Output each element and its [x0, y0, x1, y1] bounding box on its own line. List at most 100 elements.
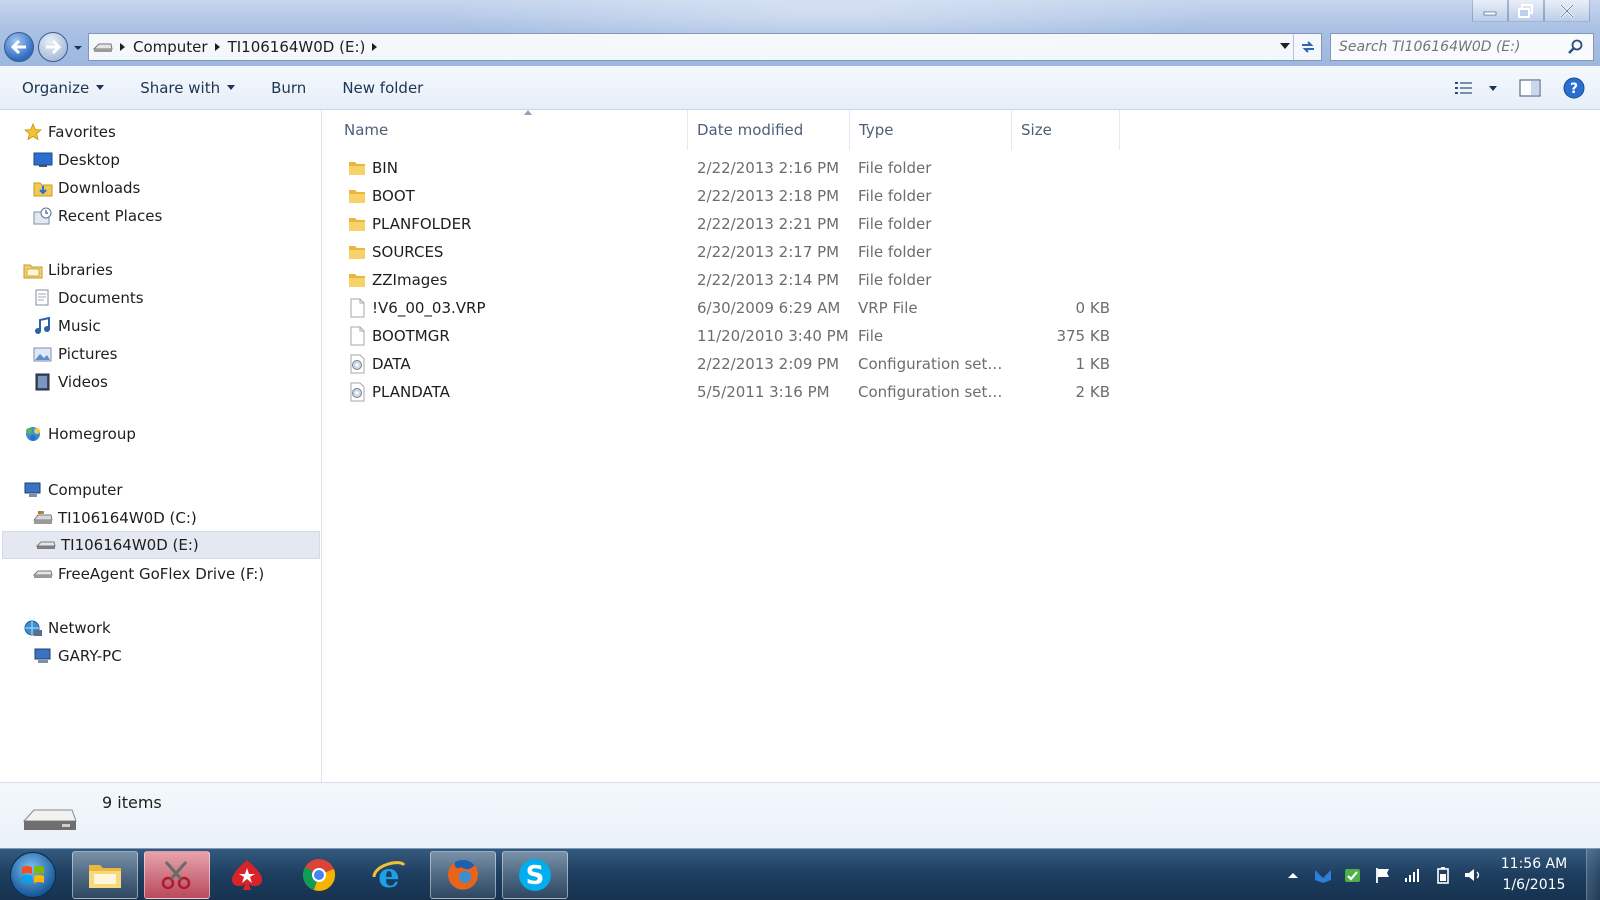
removable-drive-large-icon — [22, 809, 77, 830]
taskbar: e S 11:56 AM 1/6/2015 — [0, 848, 1600, 900]
search-box[interactable] — [1330, 33, 1594, 61]
nav-drive-f[interactable]: FreeAgent GoFlex Drive (F:) — [0, 560, 320, 588]
nav-recent-places-label: Recent Places — [58, 207, 163, 225]
change-view-button[interactable] — [1444, 73, 1484, 103]
search-input[interactable] — [1331, 39, 1561, 55]
nav-music[interactable]: Music — [0, 312, 320, 340]
file-name: ZZImages — [372, 271, 448, 289]
file-date: 5/5/2011 3:16 PM — [697, 383, 830, 401]
column-header-type[interactable]: Type — [852, 110, 1012, 150]
taskbar-skype[interactable]: S — [502, 851, 568, 899]
close-button[interactable] — [1544, 0, 1590, 22]
folder-icon — [349, 162, 365, 175]
tray-power[interactable] — [1428, 849, 1458, 900]
help-button[interactable]: ? — [1554, 73, 1594, 103]
file-row[interactable]: PLANDATA 5/5/2011 3:16 PM Configuration … — [336, 378, 1456, 406]
tray-network[interactable] — [1398, 849, 1428, 900]
nav-drive-c[interactable]: TI106164W0D (C:) — [0, 504, 320, 532]
file-date: 2/22/2013 2:14 PM — [697, 271, 840, 289]
nav-videos[interactable]: Videos — [0, 368, 320, 396]
taskbar-chrome[interactable] — [286, 851, 352, 899]
preview-pane-button[interactable] — [1510, 73, 1550, 103]
pictures-icon — [32, 343, 54, 365]
nav-drive-f-label: FreeAgent GoFlex Drive (F:) — [58, 565, 265, 583]
taskbar-explorer[interactable] — [72, 851, 138, 899]
file-name: BIN — [372, 159, 398, 177]
tray-sync-status[interactable] — [1338, 849, 1368, 900]
column-size-label: Size — [1021, 121, 1052, 139]
breadcrumb-drive-e[interactable]: TI106164W0D (E:) — [224, 38, 370, 56]
show-desktop-button[interactable] — [1586, 849, 1600, 900]
search-icon[interactable] — [1561, 39, 1589, 55]
nav-desktop[interactable]: Desktop — [0, 146, 320, 174]
chevron-down-icon — [1489, 85, 1497, 91]
file-name: BOOT — [372, 187, 415, 205]
nav-pictures-label: Pictures — [58, 345, 118, 363]
new-folder-button[interactable]: New folder — [320, 66, 437, 110]
address-bar[interactable]: Computer TI106164W0D (E:) — [88, 33, 1322, 61]
taskbar-firefox[interactable] — [430, 851, 496, 899]
forward-button[interactable] — [38, 32, 68, 62]
file-date: 11/20/2010 3:40 PM — [697, 327, 849, 345]
address-history-dropdown-icon[interactable] — [1279, 41, 1291, 51]
file-row[interactable]: BOOTMGR 11/20/2010 3:40 PM File 375 KB — [336, 322, 1456, 350]
nav-gary-pc[interactable]: GARY-PC — [0, 642, 320, 670]
file-row[interactable]: SOURCES 2/22/2013 2:17 PM File folder — [336, 238, 1456, 266]
nav-drive-e[interactable]: TI106164W0D (E:) — [2, 531, 320, 559]
taskbar-pokerstars[interactable] — [214, 851, 280, 899]
minimize-button[interactable] — [1472, 0, 1508, 22]
recent-pages-dropdown[interactable] — [72, 42, 84, 54]
back-button[interactable] — [4, 32, 34, 62]
column-header-name[interactable]: Name — [336, 110, 688, 150]
nav-favorites[interactable]: Favorites — [0, 118, 320, 146]
column-header-size[interactable]: Size — [1014, 110, 1120, 150]
videos-icon — [32, 371, 54, 393]
taskbar-internet-explorer[interactable]: e — [356, 851, 422, 899]
start-button[interactable] — [10, 852, 56, 898]
taskbar-snipping-tool[interactable] — [144, 851, 210, 899]
file-row[interactable]: !V6_00_03.VRP 6/30/2009 6:29 AM VRP File… — [336, 294, 1456, 322]
column-header-date[interactable]: Date modified — [690, 110, 850, 150]
breadcrumb-computer[interactable]: Computer — [129, 38, 212, 56]
burn-button[interactable]: Burn — [249, 66, 320, 110]
nav-pictures[interactable]: Pictures — [0, 340, 320, 368]
drive-icon — [89, 40, 117, 54]
file-row[interactable]: PLANFOLDER 2/22/2013 2:21 PM File folder — [336, 210, 1456, 238]
breadcrumb-arrow-icon[interactable] — [212, 41, 224, 53]
tray-action-center[interactable] — [1368, 849, 1398, 900]
tray-volume[interactable] — [1458, 849, 1488, 900]
signal-bars-icon — [1405, 869, 1419, 882]
nav-network[interactable]: Network — [0, 614, 320, 642]
clock[interactable]: 11:56 AM 1/6/2015 — [1488, 854, 1580, 896]
share-with-menu[interactable]: Share with — [118, 66, 249, 110]
show-hidden-icons-button[interactable] — [1278, 849, 1308, 900]
nav-computer-label: Computer — [48, 481, 123, 499]
file-row[interactable]: DATA 2/22/2013 2:09 PM Configuration set… — [336, 350, 1456, 378]
file-row[interactable]: ZZImages 2/22/2013 2:14 PM File folder — [336, 266, 1456, 294]
file-row[interactable]: BIN 2/22/2013 2:16 PM File folder — [336, 154, 1456, 182]
file-type: Configuration settin... — [858, 383, 1008, 401]
explorer-icon — [89, 865, 121, 888]
item-count: 9 items — [102, 793, 162, 812]
nav-documents[interactable]: Documents — [0, 284, 320, 312]
nav-downloads[interactable]: Downloads — [0, 174, 320, 202]
restore-button[interactable] — [1508, 0, 1544, 22]
organize-menu[interactable]: Organize — [0, 66, 118, 110]
folder-icon — [349, 274, 365, 287]
tray-malwarebytes[interactable] — [1308, 849, 1338, 900]
view-options-dropdown[interactable] — [1484, 73, 1502, 103]
file-row[interactable]: BOOT 2/22/2013 2:18 PM File folder — [336, 182, 1456, 210]
nav-computer[interactable]: Computer — [0, 476, 320, 504]
breadcrumb-arrow-icon[interactable] — [117, 41, 129, 53]
nav-videos-label: Videos — [58, 373, 108, 391]
window-controls — [1472, 0, 1590, 24]
nav-libraries[interactable]: Libraries — [0, 256, 320, 284]
nav-homegroup[interactable]: Homegroup — [0, 420, 320, 448]
computer-icon — [22, 479, 44, 501]
nav-recent-places[interactable]: Recent Places — [0, 202, 320, 230]
speaker-icon — [1465, 869, 1480, 881]
config-settings-icon — [350, 382, 365, 402]
organize-label: Organize — [22, 78, 90, 97]
breadcrumb-arrow-icon[interactable] — [369, 41, 381, 53]
refresh-button[interactable] — [1293, 34, 1321, 60]
